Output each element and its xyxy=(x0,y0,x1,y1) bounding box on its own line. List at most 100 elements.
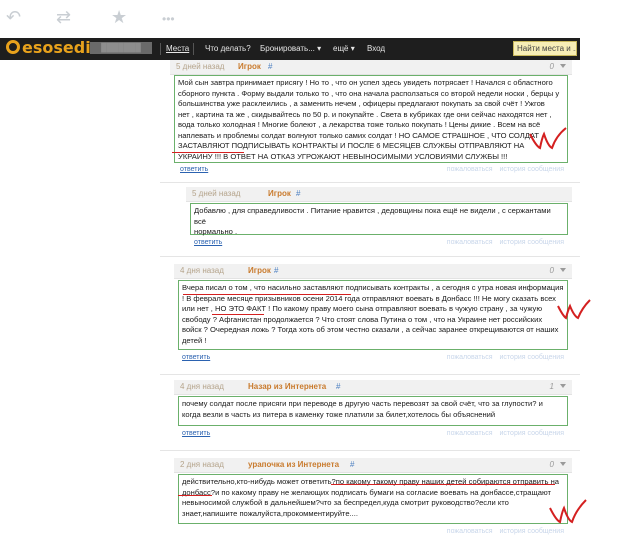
favorite-icon[interactable]: ★ xyxy=(111,8,127,26)
history-link[interactable]: история сообщения xyxy=(500,354,564,361)
comment-header: 5 дней назад Игрок # 0 xyxy=(170,60,572,75)
comment-divider xyxy=(160,374,580,375)
comment-body: Мой сын завтра принимает присягу ! Но то… xyxy=(174,75,568,163)
comment-permalink[interactable]: # xyxy=(274,264,278,278)
comment-vote-count: 0 xyxy=(549,460,554,469)
user-name-redacted[interactable]: ███████ xyxy=(90,42,152,54)
comment-text-line: Вчера писал о том , что насильно заставл… xyxy=(182,283,564,292)
history-link[interactable]: история сообщения xyxy=(500,528,564,535)
red-underline-annotation xyxy=(178,495,212,496)
comment-permalink[interactable]: # xyxy=(336,380,340,394)
comment-text-line: ! В феврале месяце призывников осени 201… xyxy=(182,293,556,303)
comment-text-line: сборного пункта . Форму выдали только то… xyxy=(178,88,560,98)
comment-body: Добавлю , для справедливости . Питание н… xyxy=(190,203,568,236)
comment-divider xyxy=(160,450,580,451)
reply-link[interactable]: ответить xyxy=(182,430,210,437)
comment-text-line: Мой сын завтра принимает присягу ! Но то… xyxy=(178,78,553,87)
vote-dropdown-icon[interactable] xyxy=(560,64,566,68)
comment-divider xyxy=(160,256,580,257)
comment-author[interactable]: Игрок xyxy=(268,187,291,201)
nav-divider xyxy=(193,43,194,55)
comment-header: 4 дня назад Назар из Интернета # 1 xyxy=(174,380,572,395)
search-input[interactable]: Найти места и ... xyxy=(513,41,577,56)
comment-text-line: свободу ? Афганистан продолжается ? Что … xyxy=(182,314,543,324)
reply-link[interactable]: ответить xyxy=(182,354,210,361)
comment-vote-count: 0 xyxy=(549,266,554,275)
comment-header: 5 дней назад Игрок # xyxy=(186,187,572,202)
comment-permalink[interactable]: # xyxy=(296,187,300,201)
comment-actions: пожаловаться история сообщения xyxy=(442,166,564,173)
comment-text-line: вода только холодная ! Многие болеют , а… xyxy=(178,120,541,129)
comment: 4 дня назад Назар из Интернета # 1 почем… xyxy=(174,380,572,444)
retweet-icon[interactable]: ⇄ xyxy=(56,8,71,26)
red-underline-annotation xyxy=(331,484,555,485)
comment-reply: 5 дней назад Игрок # Добавлю , для справ… xyxy=(186,187,572,251)
comment-actions: пожаловаться история сообщения xyxy=(442,430,564,437)
logo-mark-icon xyxy=(6,40,20,54)
comment-text-line: действительно,кто-нибудь может ответить?… xyxy=(182,477,559,486)
red-check-mark-icon xyxy=(557,299,591,320)
comment-author[interactable]: урапочка из Интернета xyxy=(248,458,339,472)
red-check-mark-icon xyxy=(549,499,587,524)
report-link[interactable]: пожаловаться xyxy=(447,354,493,361)
comment-body: действительно,кто-нибудь может ответить?… xyxy=(178,474,568,524)
comment-header: 4 дня назад Игрок # 0 xyxy=(174,264,572,279)
report-link[interactable]: пожаловаться xyxy=(447,239,493,246)
comment: 4 дня назад Игрок # 0 Вчера писал о том … xyxy=(174,264,572,370)
comment-text-line: донбасс?и по какому праву не желающих по… xyxy=(182,487,551,497)
nav-what-to-do[interactable]: Что делать? xyxy=(205,43,251,55)
comment-text-line: знает,напишите пожалуйста,прокомментируй… xyxy=(182,508,358,518)
comment-author[interactable]: Игрок xyxy=(238,60,261,74)
site-navbar: esosedi ███████ Места Что делать? Бронир… xyxy=(0,38,580,60)
vote-dropdown-icon[interactable] xyxy=(560,384,566,388)
red-underline-annotation xyxy=(212,314,264,315)
comment-date: 4 дня назад xyxy=(180,266,224,275)
nav-divider xyxy=(160,43,161,55)
red-underline-annotation xyxy=(183,294,351,295)
history-link[interactable]: история сообщения xyxy=(500,166,564,173)
history-link[interactable]: история сообщения xyxy=(500,430,564,437)
more-icon[interactable]: ••• xyxy=(162,10,175,28)
comment-actions: пожаловаться история сообщения xyxy=(442,528,564,535)
nav-places[interactable]: Места xyxy=(166,43,189,55)
comment-actions: пожаловаться история сообщения xyxy=(442,354,564,361)
report-link[interactable]: пожаловаться xyxy=(447,528,493,535)
comment-text-line: когда везли в часть из питера в каменку … xyxy=(182,409,496,419)
comment-divider xyxy=(160,182,580,183)
logo-text: esosedi xyxy=(22,38,91,57)
comment-actions: пожаловаться история сообщения xyxy=(442,239,564,246)
comment-body: Вчера писал о том , что насильно заставл… xyxy=(178,280,568,350)
nav-login[interactable]: Вход xyxy=(367,43,385,55)
comment-text-line: почему солдат после присяги при переводе… xyxy=(182,399,543,408)
comment-date: 5 дней назад xyxy=(192,189,241,198)
report-link[interactable]: пожаловаться xyxy=(447,166,493,173)
comment-permalink[interactable]: # xyxy=(350,458,354,472)
comment-author[interactable]: Игрок xyxy=(248,264,271,278)
comment-text-line: невыносимой службой в дальнейшем?что за … xyxy=(182,498,509,507)
comment-text-line: или нет , НО ЭТО ФАКТ ! По какому праву … xyxy=(182,304,543,313)
comment-date: 5 дней назад xyxy=(176,62,225,71)
nav-booking[interactable]: Бронировать... ▾ xyxy=(260,43,321,55)
comment-date: 4 дня назад xyxy=(180,382,224,391)
tweet-actions-bar: ↶ ⇄ ★ ••• xyxy=(0,0,620,36)
comment-header: 2 дня назад урапочка из Интернета # 0 xyxy=(174,458,572,473)
comment-text-line: нет , картина та же , скидывайтесь по 50… xyxy=(178,109,552,119)
nav-more[interactable]: ещё ▾ xyxy=(333,43,355,55)
red-underline-annotation xyxy=(172,152,244,153)
reply-icon[interactable]: ↶ xyxy=(6,8,21,26)
history-link[interactable]: история сообщения xyxy=(500,239,564,246)
reply-link[interactable]: ответить xyxy=(194,239,222,246)
comment-permalink[interactable]: # xyxy=(268,60,272,74)
comment-text-line: детей ! xyxy=(182,335,207,345)
report-link[interactable]: пожаловаться xyxy=(447,430,493,437)
comment-body: почему солдат после присяги при переводе… xyxy=(178,396,568,426)
vote-dropdown-icon[interactable] xyxy=(560,462,566,466)
comment-text-line: большинства уже расклеились , а заменить… xyxy=(178,99,545,108)
comment-text-line: ЗАСТАВЛЯЮТ ПОДПИСЫВАТЬ КОНТРАКТЫ И ПОСЛЕ… xyxy=(178,141,525,150)
comment-author[interactable]: Назар из Интернета xyxy=(248,380,326,394)
comment: 2 дня назад урапочка из Интернета # 0 де… xyxy=(174,458,572,542)
reply-link[interactable]: ответить xyxy=(180,166,208,173)
red-check-mark-icon xyxy=(529,127,567,150)
comment-text-line: наплевать и проблемы солдат волнуют толь… xyxy=(178,130,539,140)
vote-dropdown-icon[interactable] xyxy=(560,268,566,272)
